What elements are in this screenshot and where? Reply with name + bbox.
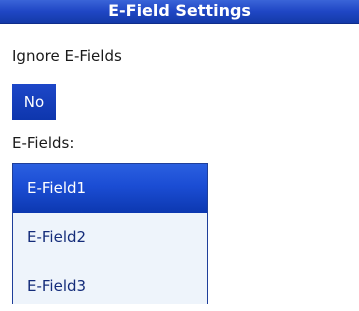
ignore-efields-toggle-button[interactable]: No bbox=[12, 84, 56, 120]
efields-list: E-Field1 E-Field2 E-Field3 bbox=[12, 163, 208, 304]
efields-list-item-2[interactable]: E-Field2 bbox=[13, 213, 207, 262]
ignore-efields-label: Ignore E-Fields bbox=[12, 47, 122, 65]
efields-list-item-1[interactable]: E-Field1 bbox=[13, 164, 207, 213]
screen-title: E-Field Settings bbox=[0, 0, 359, 24]
efields-label: E-Fields: bbox=[12, 134, 75, 152]
